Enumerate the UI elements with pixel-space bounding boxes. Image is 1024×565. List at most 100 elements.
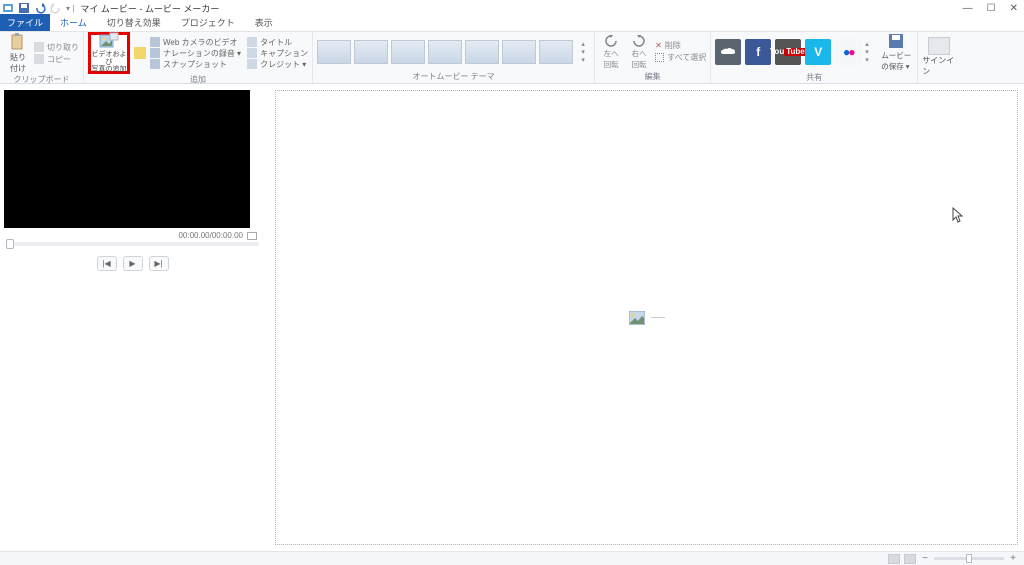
- caption-label: キャプション: [260, 48, 308, 59]
- narration-icon: [150, 48, 160, 58]
- next-frame-button[interactable]: ▶|: [149, 256, 169, 271]
- minimize-button[interactable]: —: [963, 3, 973, 14]
- theme-thumb[interactable]: [391, 40, 425, 64]
- zoom-out-button[interactable]: −: [920, 553, 930, 564]
- share-onedrive-button[interactable]: [715, 39, 741, 65]
- video-preview[interactable]: [4, 90, 250, 228]
- zoom-thumb[interactable]: [966, 554, 972, 563]
- credits-label: クレジット ▾: [260, 59, 306, 70]
- group-signin: サインイン: [918, 32, 960, 83]
- group-edit-label: 編集: [645, 71, 661, 83]
- delete-button[interactable]: ✕削除: [655, 40, 706, 51]
- group-automovie-label: オートムービー テーマ: [412, 71, 494, 83]
- rotate-right-label: 右へ 回転: [632, 48, 647, 70]
- theme-thumb[interactable]: [354, 40, 388, 64]
- select-all-icon: [655, 53, 664, 62]
- theme-thumb[interactable]: [465, 40, 499, 64]
- window-controls: — ☐ ✕: [963, 3, 1024, 14]
- delete-label: 削除: [665, 40, 681, 51]
- tab-home[interactable]: ホーム: [50, 14, 97, 31]
- rotate-left-label: 左へ 回転: [604, 48, 619, 70]
- cut-icon: [34, 42, 44, 52]
- rotate-left-button[interactable]: 左へ 回転: [599, 34, 623, 70]
- narration-button[interactable]: ナレーションの録音 ▾: [150, 48, 241, 59]
- tab-project[interactable]: プロジェクト: [171, 14, 245, 31]
- tab-animation[interactable]: 切り替え効果: [97, 14, 171, 31]
- share-flickr-button[interactable]: ●●: [835, 39, 861, 65]
- add-media-label: ビデオおよび 写真の追加: [91, 51, 127, 74]
- seek-slider[interactable]: [4, 242, 261, 246]
- theme-thumb[interactable]: [539, 40, 573, 64]
- add-media-icon: [99, 32, 119, 50]
- webcam-label: Web カメラのビデオ: [163, 37, 238, 48]
- view-mode-2-button[interactable]: [904, 554, 916, 564]
- tab-file[interactable]: ファイル: [0, 14, 50, 31]
- zoom-slider[interactable]: [934, 557, 1004, 560]
- snapshot-button[interactable]: スナップショット: [150, 59, 241, 70]
- credits-button[interactable]: クレジット ▾: [247, 59, 308, 70]
- select-all-button[interactable]: すべて選択: [655, 52, 706, 63]
- play-button[interactable]: ▶: [123, 256, 143, 271]
- mouse-cursor-icon: [951, 207, 965, 225]
- caption-icon: [247, 48, 257, 58]
- rotate-left-icon: [604, 34, 618, 48]
- fullscreen-icon[interactable]: [247, 232, 257, 240]
- signin-icon: [928, 37, 950, 55]
- share-vimeo-button[interactable]: V: [805, 39, 831, 65]
- copy-icon: [34, 54, 44, 64]
- share-facebook-button[interactable]: f: [745, 39, 771, 65]
- save-movie-icon: [887, 32, 905, 50]
- title-button[interactable]: タイトル: [247, 37, 308, 48]
- tab-view[interactable]: 表示: [245, 14, 283, 31]
- theme-thumb[interactable]: [502, 40, 536, 64]
- window-title: マイ ムービー - ムービー メーカー: [80, 2, 219, 15]
- cut-button[interactable]: 切り取り: [34, 42, 79, 53]
- title-icon: [247, 37, 257, 47]
- zoom-in-button[interactable]: +: [1008, 553, 1018, 564]
- timecode-row: 00:00.00/00:00.00: [4, 228, 261, 240]
- copy-button[interactable]: コピー: [34, 54, 79, 65]
- add-video-photo-button[interactable]: ビデオおよび 写真の追加: [88, 32, 130, 74]
- music-icon[interactable]: [134, 47, 146, 59]
- content-area: 00:00.00/00:00.00 |◀ ▶ ▶|: [0, 84, 1024, 551]
- status-bar: − +: [0, 551, 1024, 565]
- caption-button[interactable]: キャプション: [247, 48, 308, 59]
- narration-label: ナレーションの録音 ▾: [163, 48, 241, 59]
- prev-frame-button[interactable]: |◀: [97, 256, 117, 271]
- undo-icon[interactable]: [34, 2, 46, 14]
- group-edit: 左へ 回転 右へ 回転 ✕削除 すべて選択 編集: [595, 32, 711, 83]
- storyboard-placeholder: [629, 311, 665, 325]
- maximize-button[interactable]: ☐: [987, 3, 996, 14]
- title-label: タイトル: [260, 37, 292, 48]
- storyboard[interactable]: [275, 90, 1018, 545]
- quick-access-toolbar: ▾ |: [2, 2, 74, 14]
- theme-thumb[interactable]: [428, 40, 462, 64]
- group-clipboard: 貼り 付け 切り取り コピー クリップボード: [0, 32, 84, 83]
- storyboard-pane: [265, 84, 1024, 551]
- theme-thumb[interactable]: [317, 40, 351, 64]
- webcam-button[interactable]: Web カメラのビデオ: [150, 37, 241, 48]
- preview-pane: 00:00.00/00:00.00 |◀ ▶ ▶|: [0, 84, 265, 551]
- share-youtube-button[interactable]: YouTube: [775, 39, 801, 65]
- redo-icon[interactable]: [50, 2, 62, 14]
- view-mode-1-button[interactable]: [888, 554, 900, 564]
- webcam-icon: [150, 37, 160, 47]
- save-qat-icon[interactable]: [18, 2, 30, 14]
- paste-button[interactable]: 貼り 付け: [4, 32, 32, 74]
- playback-controls: |◀ ▶ ▶|: [4, 256, 261, 271]
- close-button[interactable]: ✕: [1010, 3, 1018, 14]
- paste-icon: [9, 33, 27, 51]
- signin-button[interactable]: サインイン: [922, 37, 956, 77]
- qat-dropdown[interactable]: ▾ |: [66, 4, 74, 13]
- select-all-label: すべて選択: [667, 52, 706, 63]
- theme-more-button[interactable]: ▴▾▾: [576, 40, 590, 64]
- app-icon: [2, 2, 14, 14]
- save-movie-button[interactable]: ムービー の保存 ▾: [879, 32, 913, 72]
- save-movie-label: ムービー の保存 ▾: [881, 50, 911, 72]
- ribbon-tabs: ファイル ホーム 切り替え効果 プロジェクト 表示: [0, 16, 1024, 32]
- timecode-text: 00:00.00/00:00.00: [178, 231, 243, 240]
- seek-thumb[interactable]: [6, 239, 14, 249]
- placeholder-image-icon: [629, 311, 645, 325]
- group-automovie: ▴▾▾ オートムービー テーマ: [313, 32, 595, 83]
- rotate-right-button[interactable]: 右へ 回転: [627, 34, 651, 70]
